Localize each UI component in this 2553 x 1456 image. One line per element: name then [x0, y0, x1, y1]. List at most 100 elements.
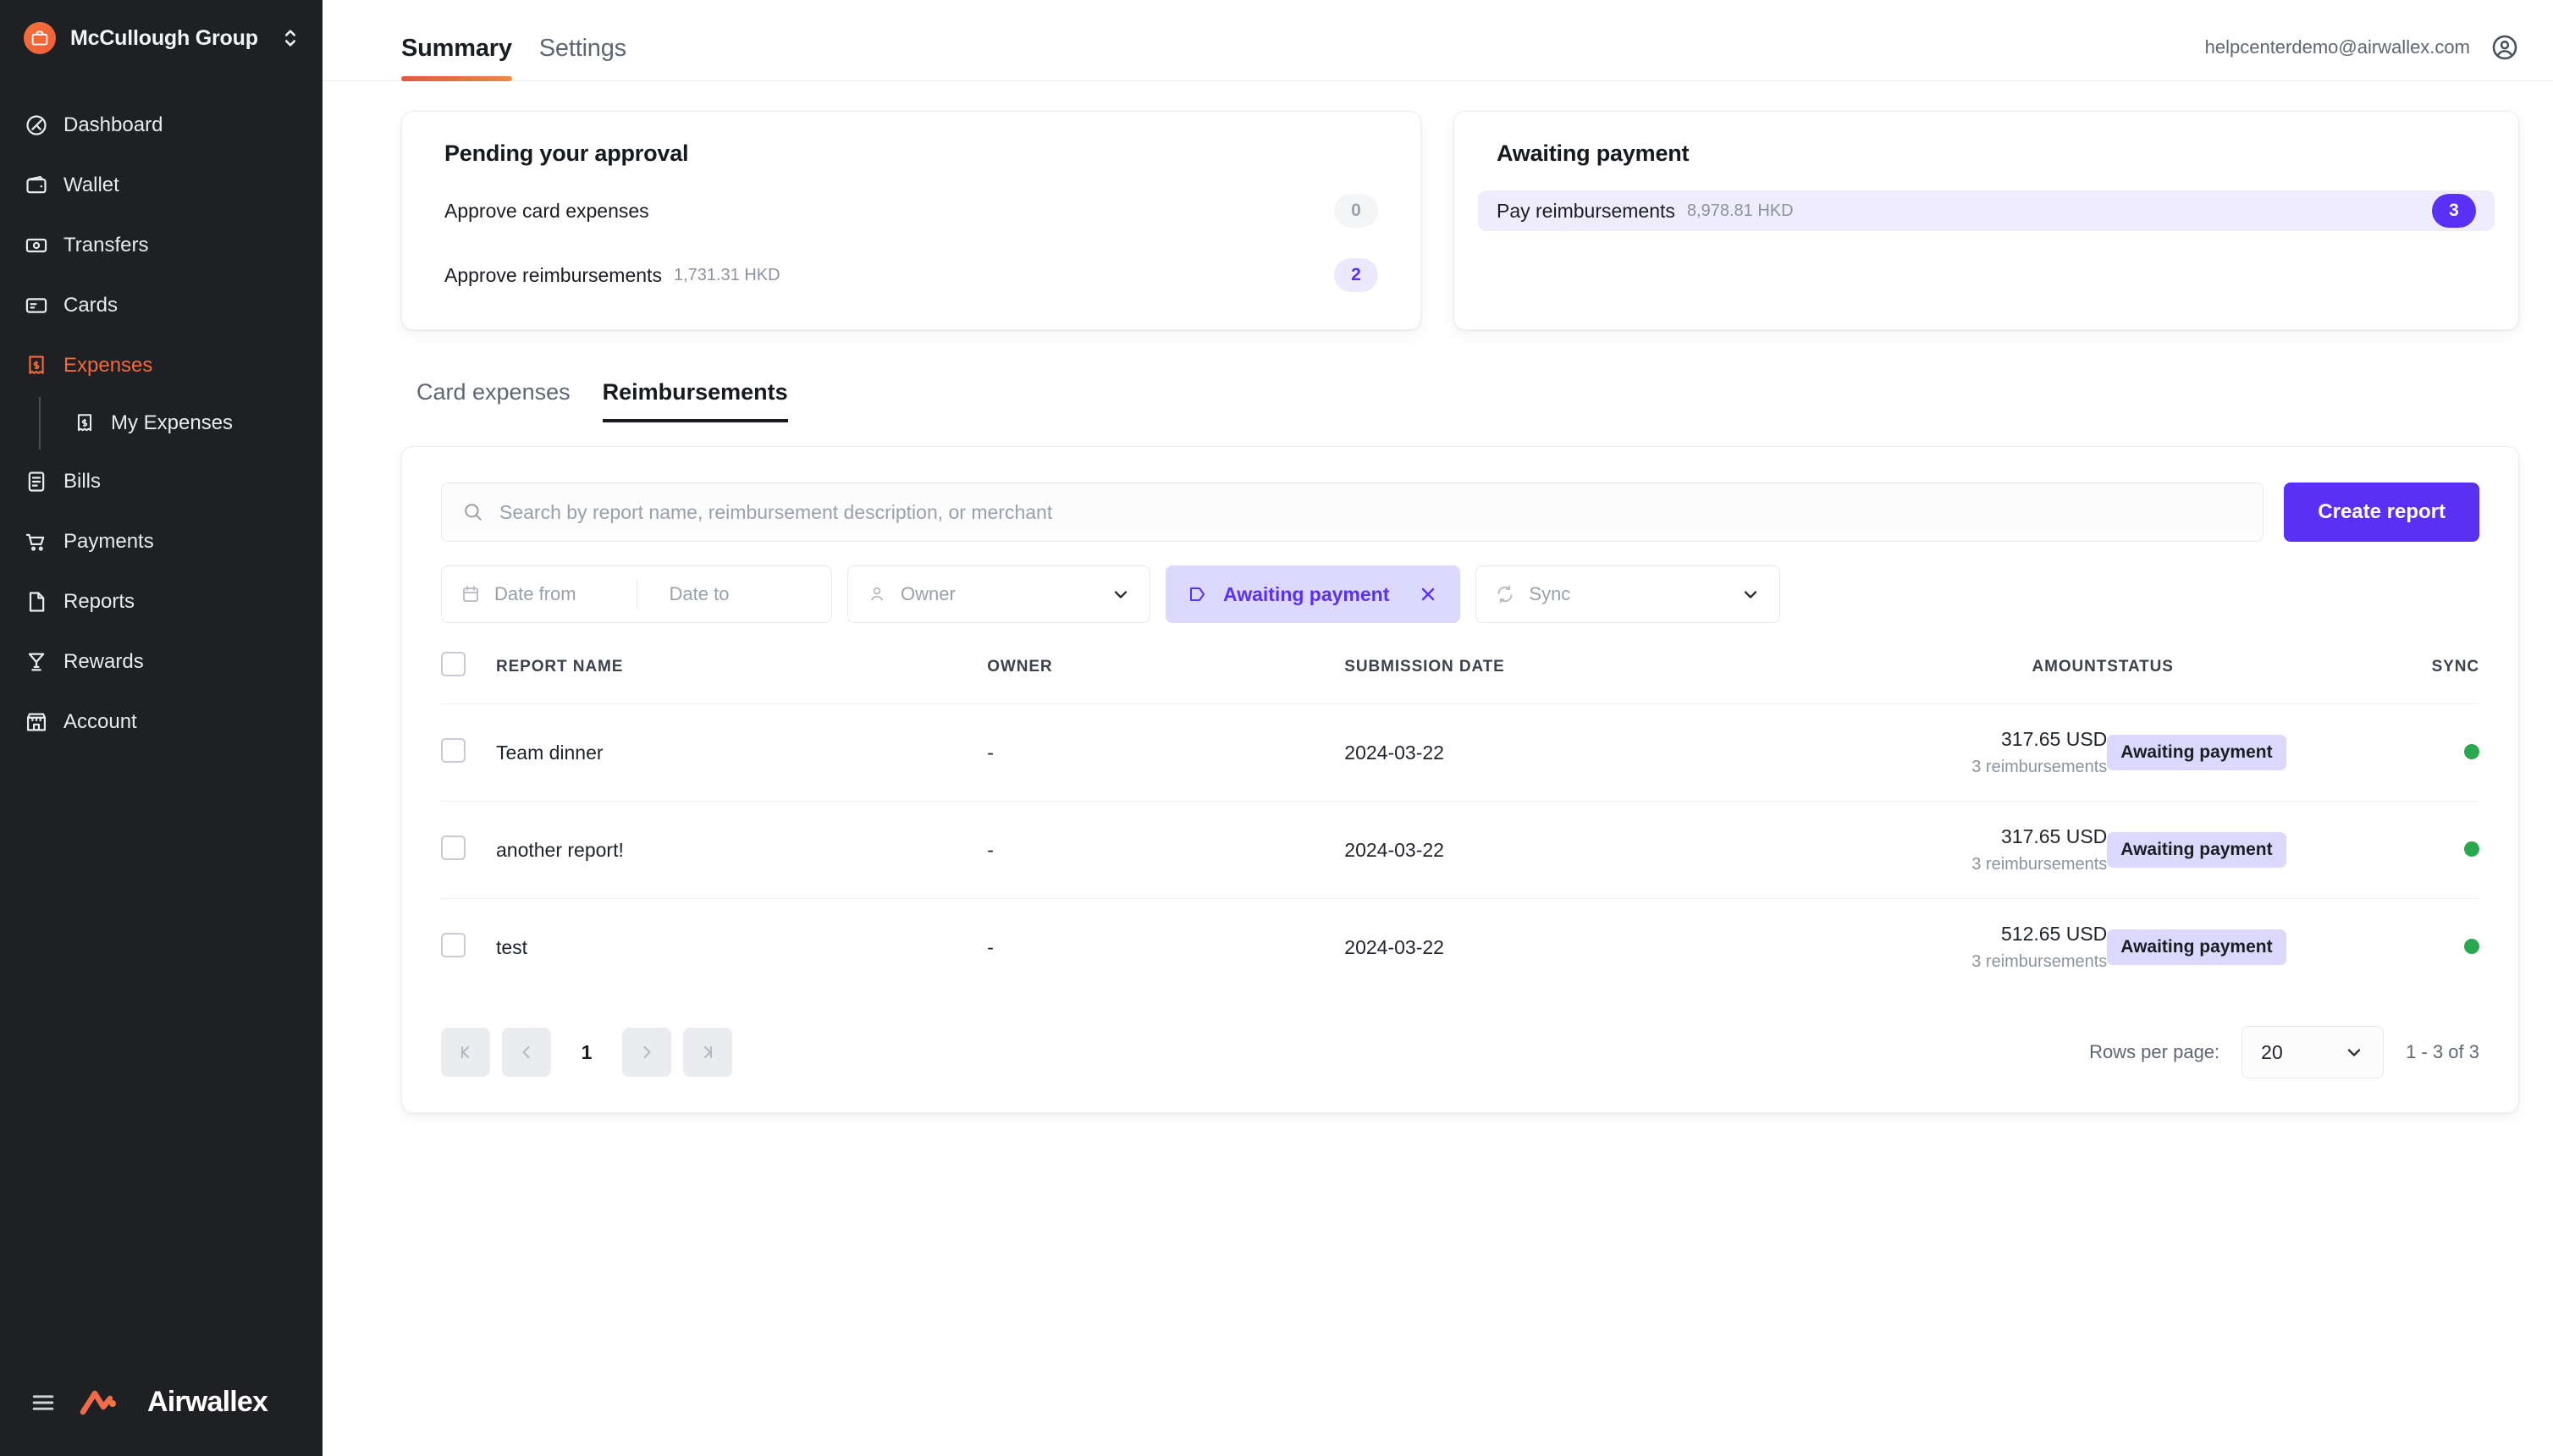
row-label: Approve reimbursements — [444, 263, 662, 286]
status-badge: Awaiting payment — [2107, 735, 2286, 770]
dashboard-icon — [24, 113, 49, 138]
row-select-cell — [441, 801, 496, 899]
amount-sub: 3 reimbursements — [1971, 855, 2108, 874]
card-icon — [24, 293, 49, 318]
row-checkbox[interactable] — [441, 737, 466, 763]
amount-sub: 3 reimbursements — [1971, 758, 2108, 776]
sidebar-item-label: Dashboard — [63, 113, 163, 136]
tab-reimbursements[interactable]: Reimbursements — [602, 379, 788, 422]
status-filter-chip[interactable]: Awaiting payment — [1166, 565, 1461, 623]
tab-summary[interactable]: Summary — [401, 35, 512, 81]
chevron-down-icon — [2344, 1042, 2364, 1062]
approve-reimbursements-row[interactable]: Approve reimbursements 1,731.31 HKD 2 — [444, 255, 1378, 295]
sidebar-item-rewards[interactable]: Rewards — [0, 631, 323, 692]
sidebar-item-transfers[interactable]: Transfers — [0, 215, 323, 275]
row-label: Approve card expenses — [444, 199, 649, 222]
current-page-number: 1 — [581, 1040, 593, 1063]
amount-sub: 3 reimbursements — [1971, 952, 2108, 971]
top-bar: Summary Settings helpcenterdemo@airwalle… — [323, 0, 2553, 81]
hamburger-icon[interactable] — [30, 1393, 56, 1413]
cell-sync — [2431, 703, 2479, 802]
chevron-updown-icon[interactable] — [282, 27, 299, 49]
table-body: Team dinner - 2024-03-22 317.65 USD 3 re… — [441, 703, 2479, 995]
rows-per-page-select[interactable]: 20 — [2241, 1026, 2385, 1078]
date-from-field[interactable]: Date from — [442, 566, 623, 622]
cell-amount: 512.65 USD 3 reimbursements — [1780, 898, 2108, 995]
user-circle-icon[interactable] — [2490, 33, 2519, 62]
sidebar-item-reports[interactable]: Reports — [0, 571, 323, 631]
sidebar-item-cards[interactable]: Cards — [0, 275, 323, 335]
th-submission-date: SUBMISSION DATE — [1344, 657, 1505, 676]
sidebar-item-label: Reports — [63, 589, 135, 613]
sidebar-item-payments[interactable]: Payments — [0, 511, 323, 571]
cell-sync — [2431, 898, 2479, 995]
sidebar-item-label: Rewards — [63, 649, 144, 673]
status-badge: Awaiting payment — [2107, 832, 2286, 868]
create-report-button[interactable]: Create report — [2284, 483, 2479, 542]
search-input[interactable] — [499, 500, 2243, 524]
status-badge: 0 — [1334, 194, 1378, 228]
store-icon — [24, 709, 49, 735]
receipt-icon — [73, 411, 96, 435]
cell-amount: 317.65 USD 3 reimbursements — [1780, 703, 2108, 802]
section-tabs: Card expenses Reimbursements — [401, 379, 2519, 422]
sidebar-footer: Airwallex — [0, 1386, 323, 1456]
table-row[interactable]: another report! - 2024-03-22 317.65 USD … — [441, 801, 2479, 899]
sidebar-item-account[interactable]: Account — [0, 692, 323, 752]
next-page-icon[interactable] — [622, 1028, 671, 1077]
transfers-icon — [24, 233, 49, 258]
rows-per-page-label: Rows per page: — [2089, 1041, 2220, 1062]
table-row[interactable]: Team dinner - 2024-03-22 317.65 USD 3 re… — [441, 703, 2479, 802]
first-page-icon[interactable] — [441, 1028, 490, 1077]
sidebar-item-expenses[interactable]: Expenses — [0, 335, 323, 395]
cell-report-name: test — [495, 898, 988, 995]
user-email: helpcenterdemo@airwallex.com — [2204, 36, 2470, 58]
cell-status: Awaiting payment — [2107, 801, 2432, 899]
sidebar-item-bills[interactable]: Bills — [0, 451, 323, 511]
sidebar-item-label: Account — [63, 709, 137, 733]
table-head: REPORT NAME OWNER SUBMISSION DATE AMOUNT… — [441, 652, 2479, 704]
cell-submission-date: 2024-03-22 — [1344, 898, 1781, 995]
search-toolbar: Create report — [441, 483, 2479, 542]
date-to-placeholder: Date to — [669, 583, 730, 604]
org-name: McCullough Group — [70, 25, 258, 50]
chevron-down-icon — [1740, 584, 1761, 604]
owner-filter[interactable]: Owner — [847, 565, 1150, 623]
org-switcher[interactable]: McCullough Group — [0, 0, 323, 73]
calendar-icon — [460, 584, 481, 604]
top-bar-right: helpcenterdemo@airwallex.com — [2205, 33, 2519, 80]
cell-owner: - — [987, 801, 1345, 899]
sidebar-item-dashboard[interactable]: Dashboard — [0, 95, 323, 155]
sidebar-item-my-expenses[interactable]: My Expenses — [41, 395, 323, 451]
prev-page-icon[interactable] — [502, 1028, 551, 1077]
status-badge: Awaiting payment — [2107, 929, 2286, 965]
sidebar-item-label: Wallet — [63, 173, 119, 196]
tab-settings[interactable]: Settings — [539, 35, 626, 80]
row-checkbox[interactable] — [441, 932, 466, 957]
date-to-field[interactable]: Date to — [651, 566, 832, 622]
approve-card-expenses-row[interactable]: Approve card expenses 0 — [444, 190, 1378, 231]
owner-label: Owner — [901, 583, 956, 604]
sidebar-item-wallet[interactable]: Wallet — [0, 155, 323, 215]
close-icon[interactable] — [1418, 584, 1438, 604]
pay-reimbursements-row[interactable]: Pay reimbursements 8,978.81 HKD 3 — [1478, 190, 2495, 231]
status-badge: 2 — [1334, 258, 1378, 292]
status-filter-label: Awaiting payment — [1223, 582, 1390, 605]
date-from-placeholder: Date from — [494, 583, 576, 604]
amount-value: 512.65 USD — [2000, 923, 2108, 945]
sync-status-dot — [2464, 938, 2479, 954]
search-box[interactable] — [441, 483, 2264, 542]
sync-filter[interactable]: Sync — [1475, 565, 1781, 623]
card-title: Awaiting payment — [1497, 141, 1690, 166]
table-row[interactable]: test - 2024-03-22 512.65 USD 3 reimburse… — [441, 898, 2479, 995]
sidebar-nav: Dashboard Wallet Transfers Cards Expense… — [0, 95, 323, 752]
tab-card-expenses[interactable]: Card expenses — [416, 379, 571, 422]
select-all-checkbox[interactable] — [441, 652, 466, 676]
row-checkbox[interactable] — [441, 835, 466, 860]
th-status: STATUS — [2107, 657, 2174, 676]
select-all-cell — [441, 652, 496, 704]
date-range-filter[interactable]: Date from Date to — [441, 565, 832, 623]
sidebar-item-label: Bills — [63, 469, 102, 493]
last-page-icon[interactable] — [683, 1028, 732, 1077]
cell-report-name: Team dinner — [495, 703, 988, 802]
